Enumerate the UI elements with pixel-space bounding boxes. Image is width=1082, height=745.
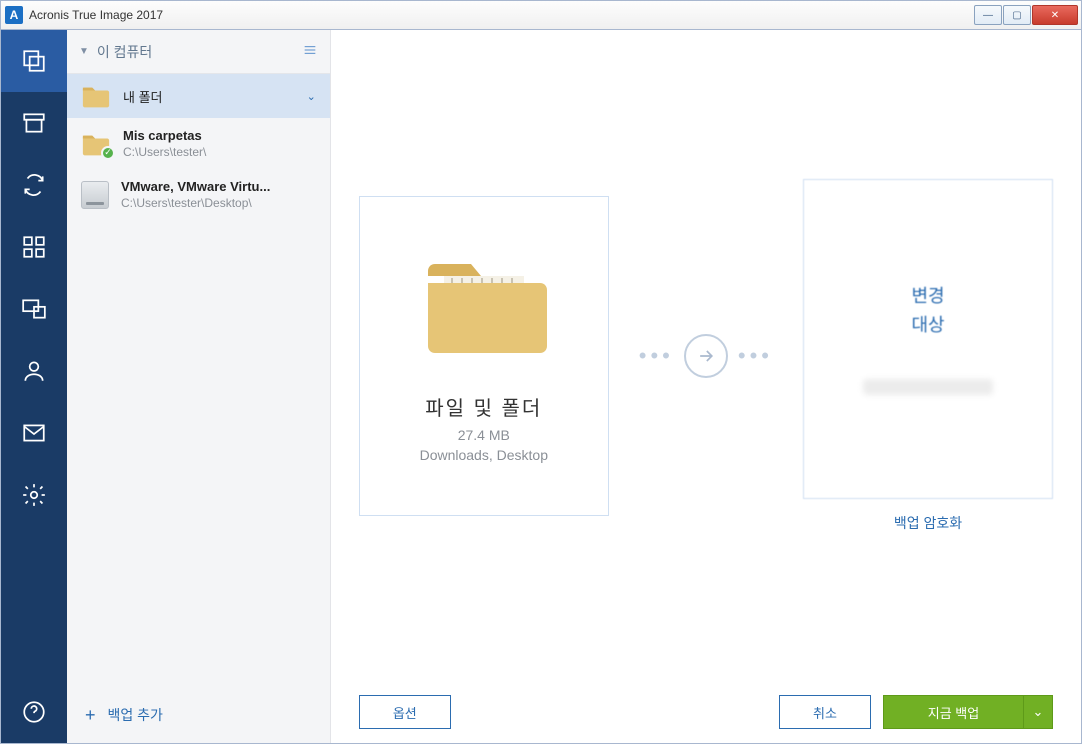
footer-bar: 옵션 취소 지금 백업 ⌄ (331, 681, 1081, 743)
devices-icon (21, 296, 47, 322)
backup-item[interactable]: ✓ Mis carpetas C:\Users\tester\ (67, 118, 330, 169)
disk-icon (81, 181, 109, 209)
nav-help[interactable] (1, 681, 67, 743)
transfer-arrow: ••• ••• (639, 334, 773, 378)
minimize-button[interactable]: — (974, 5, 1002, 25)
backup-item-path: C:\Users\tester\Desktop\ (121, 196, 270, 210)
titlebar: A Acronis True Image 2017 — ▢ ✕ (0, 0, 1082, 30)
chevron-down-icon: ▼ (79, 46, 89, 57)
backup-list-header[interactable]: ▼ 이 컴퓨터 (67, 30, 330, 74)
nav-rail (1, 30, 67, 743)
plus-icon: + (85, 705, 96, 726)
backup-item[interactable]: VMware, VMware Virtu... C:\Users\tester\… (67, 169, 330, 220)
backup-item-selected[interactable]: 내 폴더 ⌄ (67, 74, 330, 118)
nav-archive[interactable] (1, 92, 67, 154)
list-menu-icon[interactable] (302, 42, 318, 61)
backup-source-card[interactable]: 파일 및 폴더 27.4 MB Downloads, Desktop (359, 196, 609, 516)
folder-icon: ✓ (81, 132, 111, 156)
mail-icon (21, 420, 47, 446)
main-content: 파일 및 폴더 27.4 MB Downloads, Desktop ••• •… (331, 30, 1081, 743)
cancel-button[interactable]: 취소 (779, 695, 871, 729)
grid-icon (21, 234, 47, 260)
dots-icon: ••• (639, 343, 674, 369)
destination-label: 변경 대상 (911, 282, 944, 340)
maximize-button[interactable]: ▢ (1003, 5, 1031, 25)
backup-item-title: 내 폴더 (123, 87, 163, 106)
help-icon (21, 699, 47, 725)
encrypt-backup-link[interactable]: 백업 암호화 (894, 513, 962, 533)
destination-placeholder (863, 379, 993, 395)
folder-large-icon (414, 249, 554, 374)
chevron-down-icon[interactable]: ⌄ (307, 90, 316, 103)
backup-destination-card[interactable]: 변경 대상 (803, 179, 1053, 499)
person-icon (21, 358, 47, 384)
app-icon: A (5, 6, 23, 24)
add-backup-button[interactable]: + 백업 추가 (67, 687, 330, 743)
nav-dashboard[interactable] (1, 216, 67, 278)
backup-now-button[interactable]: 지금 백업 (883, 695, 1023, 729)
window-title: Acronis True Image 2017 (29, 8, 973, 22)
nav-account[interactable] (1, 340, 67, 402)
nav-devices[interactable] (1, 278, 67, 340)
backup-item-title: VMware, VMware Virtu... (121, 179, 270, 194)
source-detail: Downloads, Desktop (420, 447, 548, 463)
backup-list-panel: ▼ 이 컴퓨터 내 폴더 ⌄ ✓ Mis carpetas C:\Users\t… (67, 30, 331, 743)
backup-item-title: Mis carpetas (123, 128, 206, 143)
source-size: 27.4 MB (458, 427, 510, 443)
arrow-circle-icon (684, 334, 728, 378)
nav-backup[interactable] (1, 30, 67, 92)
dots-icon: ••• (738, 343, 773, 369)
options-button[interactable]: 옵션 (359, 695, 451, 729)
backup-item-path: C:\Users\tester\ (123, 145, 206, 159)
gear-icon (21, 482, 47, 508)
copy-icon (21, 48, 47, 74)
archive-icon (21, 110, 47, 136)
nav-settings[interactable] (1, 464, 67, 526)
add-backup-label: 백업 추가 (108, 705, 163, 725)
source-heading: 파일 및 폴더 (425, 392, 542, 421)
nav-messages[interactable] (1, 402, 67, 464)
nav-sync[interactable] (1, 154, 67, 216)
backup-now-dropdown[interactable]: ⌄ (1023, 695, 1053, 729)
status-ok-badge: ✓ (101, 146, 115, 160)
close-button[interactable]: ✕ (1032, 5, 1078, 25)
folder-icon (81, 84, 111, 108)
backup-list-title: 이 컴퓨터 (97, 42, 152, 62)
sync-icon (21, 172, 47, 198)
